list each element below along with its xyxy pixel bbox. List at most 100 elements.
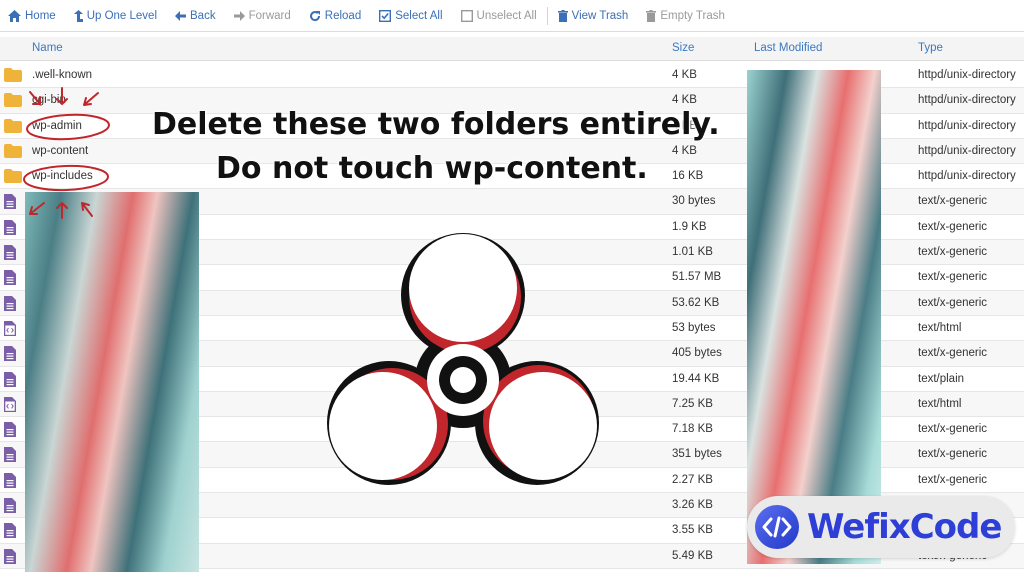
file-size: 30 bytes [672,195,716,208]
view-trash-label: View Trash [571,9,629,22]
file-type: text/x-generic [918,473,988,486]
file-type: text/html [918,321,962,334]
up-one-level-button[interactable]: Up One Level [73,9,158,22]
file-type: text/x-generic [918,195,988,208]
file-size: 4 KB [672,144,697,157]
file-size: 351 bytes [672,448,722,461]
folder-icon [4,169,22,186]
code-file-icon [4,320,16,339]
file-icon [4,447,16,465]
home-button[interactable]: Home [8,9,56,22]
file-size: 3.55 KB [672,524,713,537]
empty-trash-button[interactable]: Empty Trash [646,9,725,22]
code-brackets-icon [755,505,799,549]
file-type: text/plain [918,372,965,385]
file-manager-toolbar: Home Up One Level Back Forward Reload Se… [0,0,1024,32]
back-button[interactable]: Back [175,10,216,22]
file-type: httpd/unix-directory [918,69,1016,81]
file-size: 5.49 KB [672,549,713,562]
file-icon [4,245,16,263]
back-label: Back [190,9,216,22]
view-trash-button[interactable]: View Trash [557,9,629,22]
arrow-right-icon [233,10,245,21]
file-size: 16 KB [672,170,704,183]
reload-icon [309,10,320,21]
file-icon [4,523,16,541]
reload-label: Reload [324,9,362,22]
file-type: httpd/unix-directory [918,119,1016,132]
file-size: 51.57 MB [672,271,722,284]
file-icon [4,346,16,364]
trash-icon [646,9,657,22]
select-all-label: Select All [395,9,443,22]
file-size: 19.44 KB [672,372,720,385]
file-size: 3.26 KB [672,499,713,512]
folder-icon [4,143,22,161]
unselect-all-button[interactable]: Unselect All [460,9,537,22]
column-header-name[interactable]: Name [32,42,63,54]
unselect-all-label: Unselect All [476,9,537,22]
empty-trash-label: Empty Trash [660,9,725,22]
file-name: wp-admin [32,119,82,132]
trash-icon [557,9,568,22]
file-type: text/x-generic [918,296,988,309]
select-all-button[interactable]: Select All [379,9,443,22]
checkbox-checked-icon [379,9,392,22]
column-header-last-modified[interactable]: Last Modified [754,42,822,54]
file-icon [4,270,16,288]
file-icon [4,295,16,314]
file-icon [4,219,16,238]
file-type: httpd/unix-directory [918,94,1016,107]
file-type: text/x-generic [918,271,988,284]
column-header-type[interactable]: Type [918,42,943,54]
folder-icon [4,118,22,136]
file-icon [4,422,16,440]
instruction-line-2: Do not touch wp-content. [216,151,648,186]
file-list-header: Name Size Last Modified Type [0,37,1024,61]
instruction-line-1: Delete these two folders entirely. [152,107,720,142]
file-size: 4 KB [672,94,697,107]
file-size: 7.25 KB [672,397,713,410]
wefixcode-logo: WefixCode [747,496,1015,558]
file-name: wp-includes [32,170,93,183]
forward-label: Forward [248,9,291,22]
file-type: text/x-generic [918,423,988,436]
file-type: text/x-generic [918,246,988,259]
code-file-icon [4,396,16,415]
up-one-level-label: Up One Level [86,9,158,22]
file-type: text/x-generic [918,220,988,233]
file-type: text/html [918,397,962,410]
file-size: 53 bytes [672,321,716,334]
level-up-icon [73,9,83,22]
file-icon [4,472,16,491]
file-icon [4,371,16,390]
file-icon [4,194,16,212]
file-name: cgi-bin [32,94,66,107]
file-type: httpd/unix-directory [918,170,1016,183]
folder-icon [4,68,22,85]
file-size: 53.62 KB [672,296,720,309]
file-icon [4,498,16,516]
file-icon [4,548,16,567]
blurred-filenames-region [25,192,199,572]
file-size: 1.9 KB [672,220,707,233]
file-size: 2.27 KB [672,473,713,486]
file-type: httpd/unix-directory [918,144,1016,157]
file-name: .well-known [32,69,93,81]
home-icon [8,9,21,22]
home-label: Home [25,9,56,22]
file-name: wp-content [32,144,89,157]
forward-button[interactable]: Forward [233,9,291,22]
column-header-size[interactable]: Size [672,42,694,54]
reload-button[interactable]: Reload [309,10,361,22]
toolbar-divider [546,6,548,25]
folder-icon [4,93,22,110]
file-size: 4 KB [672,69,697,81]
logo-wordmark: WefixCode [807,507,1002,547]
file-type: text/x-generic [918,448,988,461]
file-size: 405 bytes [672,347,722,360]
checkbox-empty-icon [460,9,473,22]
file-size: 7.18 KB [672,423,713,436]
file-size: 1.01 KB [672,246,713,259]
file-type: text/x-generic [918,347,988,360]
